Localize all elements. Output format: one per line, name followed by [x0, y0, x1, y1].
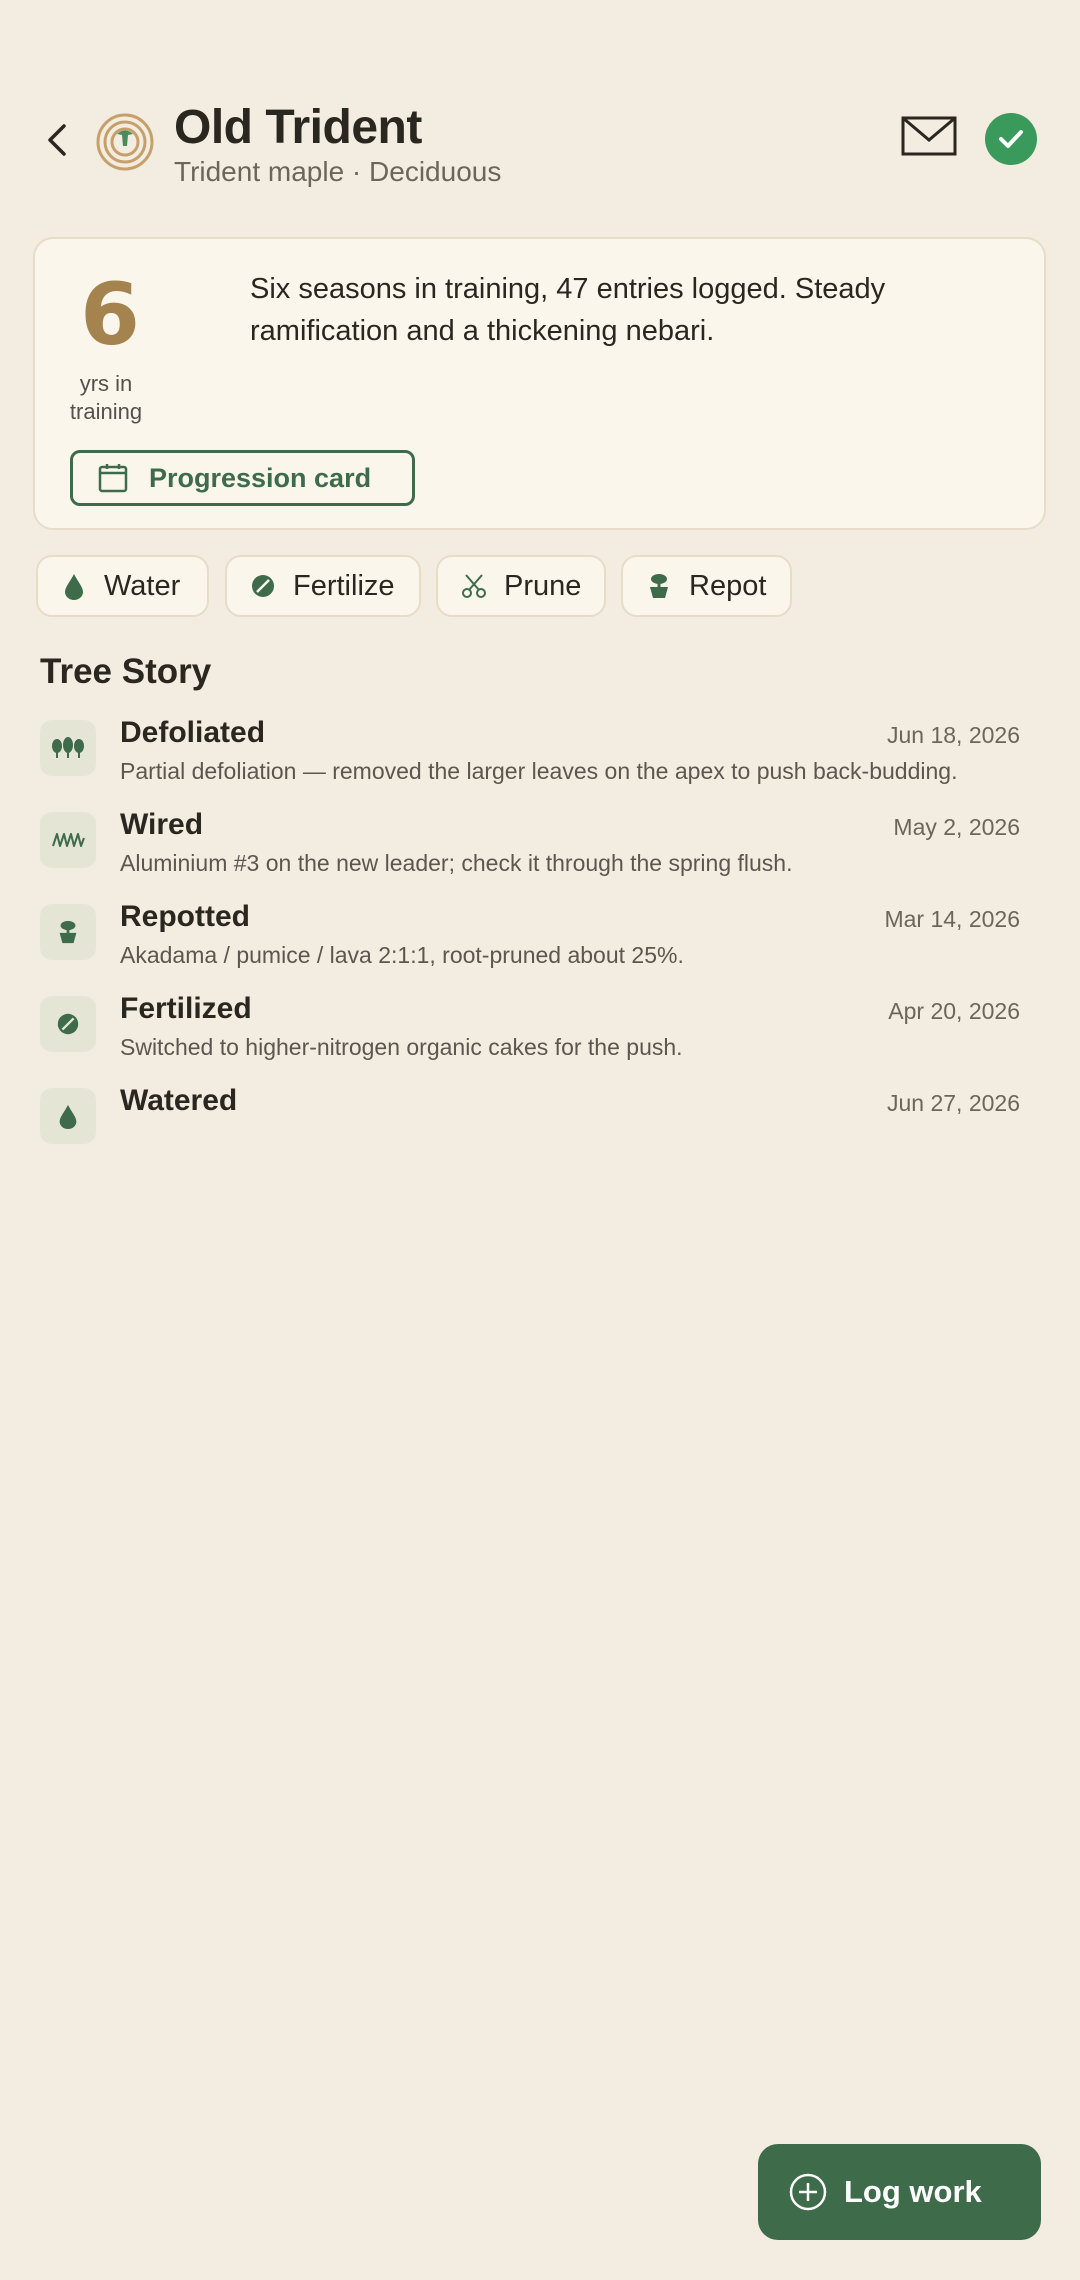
pot-icon [650, 574, 668, 598]
progression-card-button[interactable]: Progression card [70, 450, 415, 506]
fertilizer-pellet-icon [57, 1013, 79, 1035]
mail-button[interactable] [900, 112, 962, 160]
story-entry-title: Defoliated [120, 716, 266, 749]
prune-action-label: Prune [504, 569, 582, 602]
progression-card-label: Progression card [149, 462, 372, 493]
story-entry[interactable]: Fertilized Apr 20, 2026 Switched to high… [40, 992, 1040, 1082]
story-entry-date: May 2, 2026 [893, 814, 1020, 840]
back-button[interactable] [30, 105, 86, 175]
story-entry-desc: Switched to higher-nitrogen organic cake… [120, 1034, 683, 1060]
story-entry[interactable]: Repotted Mar 14, 2026 Akadama / pumice /… [40, 900, 1040, 990]
story-entry-title: Repotted [120, 900, 250, 933]
story-entry-date: Mar 14, 2026 [884, 906, 1020, 932]
story-entry-title: Watered [120, 1084, 238, 1117]
mail-icon [901, 116, 957, 156]
summary-text: Six seasons in training, 47 entries logg… [250, 273, 886, 347]
story-entry-date: Jun 27, 2026 [886, 1090, 1020, 1116]
tree-story-heading: Tree Story [40, 652, 212, 691]
prune-action-button[interactable]: Prune [436, 555, 606, 617]
plus-circle-icon [789, 2173, 827, 2211]
story-entry-date: Apr 20, 2026 [888, 998, 1020, 1024]
species-subtitle: Trident maple · Deciduous [174, 156, 502, 187]
story-entry[interactable]: Wired May 2, 2026 Aluminium #3 on the ne… [40, 808, 1040, 898]
tree-rings-icon [96, 113, 154, 171]
fertilize-action-button[interactable]: Fertilize [225, 555, 421, 617]
log-work-label: Log work [844, 2174, 982, 2209]
page-title: Old Trident [174, 101, 422, 154]
fertilizer-pellet-icon [252, 575, 274, 597]
water-action-label: Water [104, 569, 181, 602]
log-work-button[interactable]: Log work [758, 2144, 1041, 2240]
water-drop-icon [59, 1104, 77, 1129]
water-action-button[interactable]: Water [36, 555, 209, 617]
repot-action-label: Repot [689, 569, 767, 602]
scissors-icon [462, 574, 486, 598]
story-entry-desc: Partial defoliation — removed the larger… [120, 758, 958, 784]
years-in-training-label: yrs in training [69, 371, 143, 424]
story-entry[interactable]: Watered Jun 27, 2026 [40, 1084, 1040, 1174]
water-drop-icon [65, 574, 83, 600]
story-entry[interactable]: Defoliated Jun 18, 2026 Partial defoliat… [40, 716, 1040, 806]
story-entry-title: Wired [120, 808, 204, 841]
story-entry-date: Jun 18, 2026 [886, 722, 1020, 748]
leaves-icon [52, 737, 84, 758]
story-entry-desc: Akadama / pumice / lava 2:1:1, root-prun… [120, 942, 684, 968]
story-entry-desc: Aluminium #3 on the new leader; check it… [120, 850, 793, 876]
repot-action-button[interactable]: Repot [621, 555, 792, 617]
years-in-training-value: 6 [80, 265, 140, 365]
wire-coil-icon [52, 833, 85, 847]
calendar-icon [98, 464, 128, 493]
check-icon [999, 130, 1023, 148]
complete-button[interactable] [985, 113, 1037, 165]
pot-icon [59, 920, 77, 944]
story-entry-title: Fertilized [120, 992, 252, 1025]
back-chevron-icon [48, 124, 66, 156]
fertilize-action-label: Fertilize [293, 569, 395, 602]
